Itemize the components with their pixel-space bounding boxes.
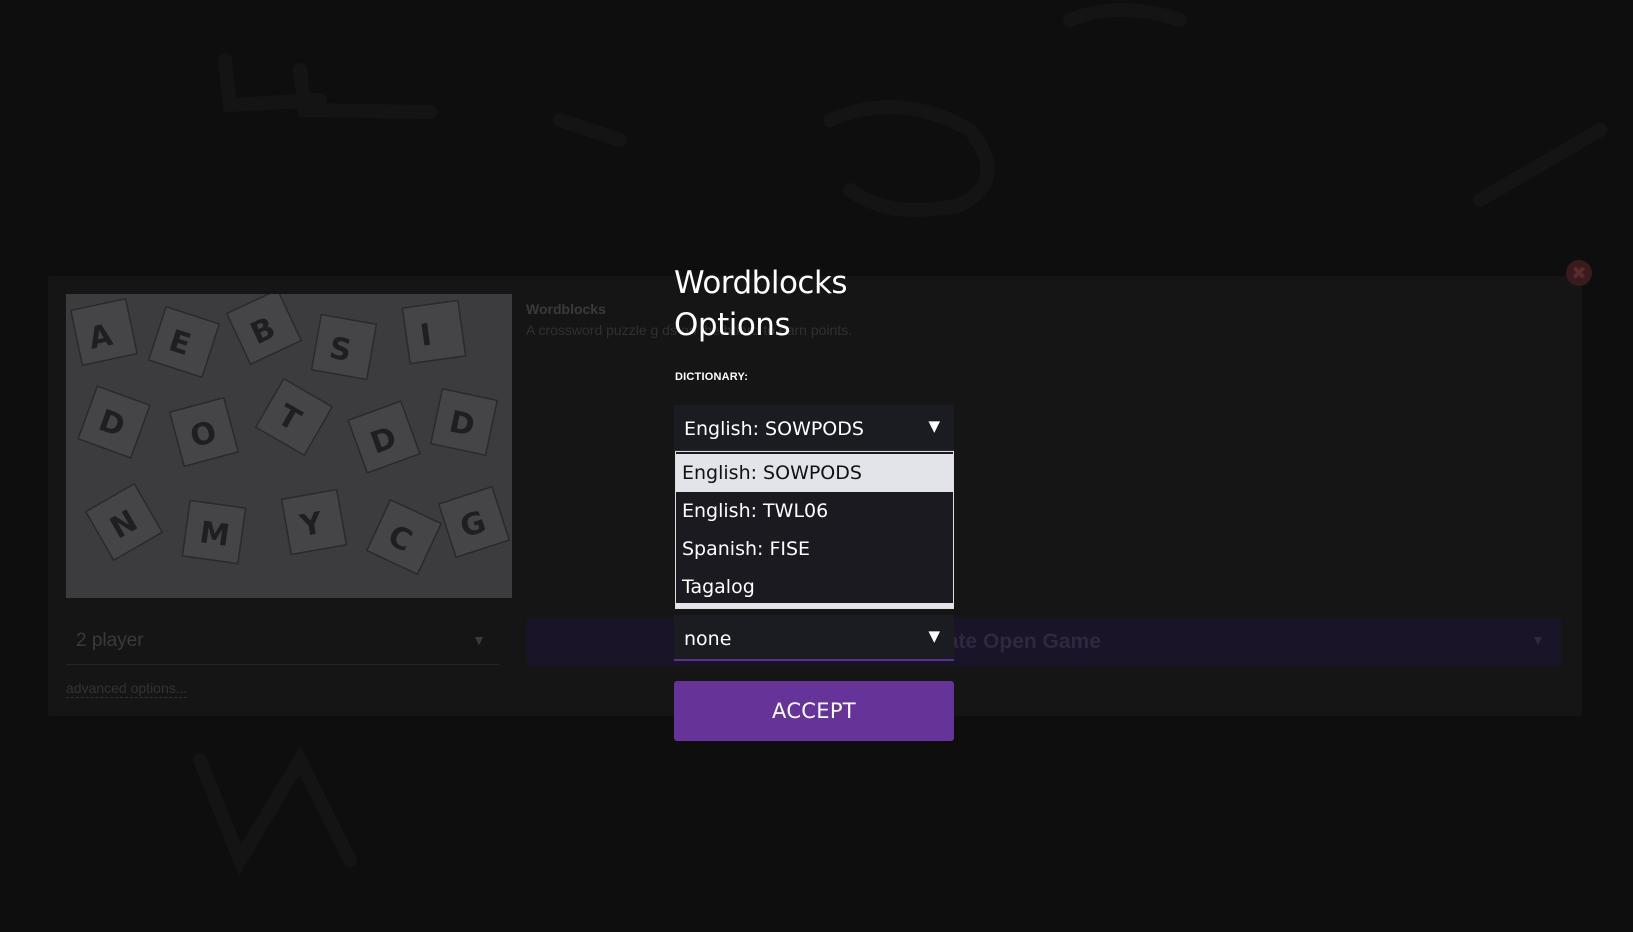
dictionary-select-value: English: SOWPODS bbox=[684, 418, 864, 440]
dictionary-label: DICTIONARY: bbox=[675, 371, 749, 383]
svg-text:M: M bbox=[197, 515, 231, 554]
dictionary-option[interactable]: English: TWL06 bbox=[676, 492, 953, 530]
background-game-title: Wordblocks bbox=[526, 301, 606, 317]
caret-down-icon: ▼ bbox=[928, 627, 940, 645]
modal-title-line1: Wordblocks bbox=[674, 265, 848, 301]
scattered-tiles-image: A E B S I D O T D D N M Y C G bbox=[66, 294, 512, 598]
app-stage: A E B S I D O T D D N M Y C G Wordblocks… bbox=[0, 0, 1633, 932]
modal-title: Wordblocks Options bbox=[674, 262, 934, 346]
players-select-value: 2 player bbox=[76, 630, 144, 651]
caret-down-icon: ▼ bbox=[1531, 632, 1545, 648]
caret-down-icon: ▼ bbox=[472, 632, 486, 648]
caret-down-icon: ▼ bbox=[928, 417, 940, 435]
accept-button[interactable]: ACCEPT bbox=[674, 681, 954, 741]
dictionary-option[interactable]: English: SOWPODS bbox=[676, 454, 953, 492]
secondary-select-value: none bbox=[684, 628, 732, 650]
background-advanced-options-link: advanced options... bbox=[66, 680, 188, 698]
dictionary-select[interactable]: English: SOWPODS ▼ bbox=[674, 405, 954, 451]
secondary-option-select[interactable]: none ▼ bbox=[674, 615, 954, 661]
game-thumbnail-image: A E B S I D O T D D N M Y C G bbox=[66, 294, 512, 598]
dictionary-dropdown-list: English: SOWPODS English: TWL06 Spanish:… bbox=[675, 451, 954, 609]
modal-title-line2: Options bbox=[674, 307, 791, 343]
close-icon[interactable]: ✖ bbox=[1566, 260, 1592, 286]
dictionary-option[interactable]: Tagalog bbox=[676, 568, 953, 606]
background-players-select: 2 player ▼ bbox=[66, 620, 500, 665]
dictionary-option[interactable]: Spanish: FISE bbox=[676, 530, 953, 568]
